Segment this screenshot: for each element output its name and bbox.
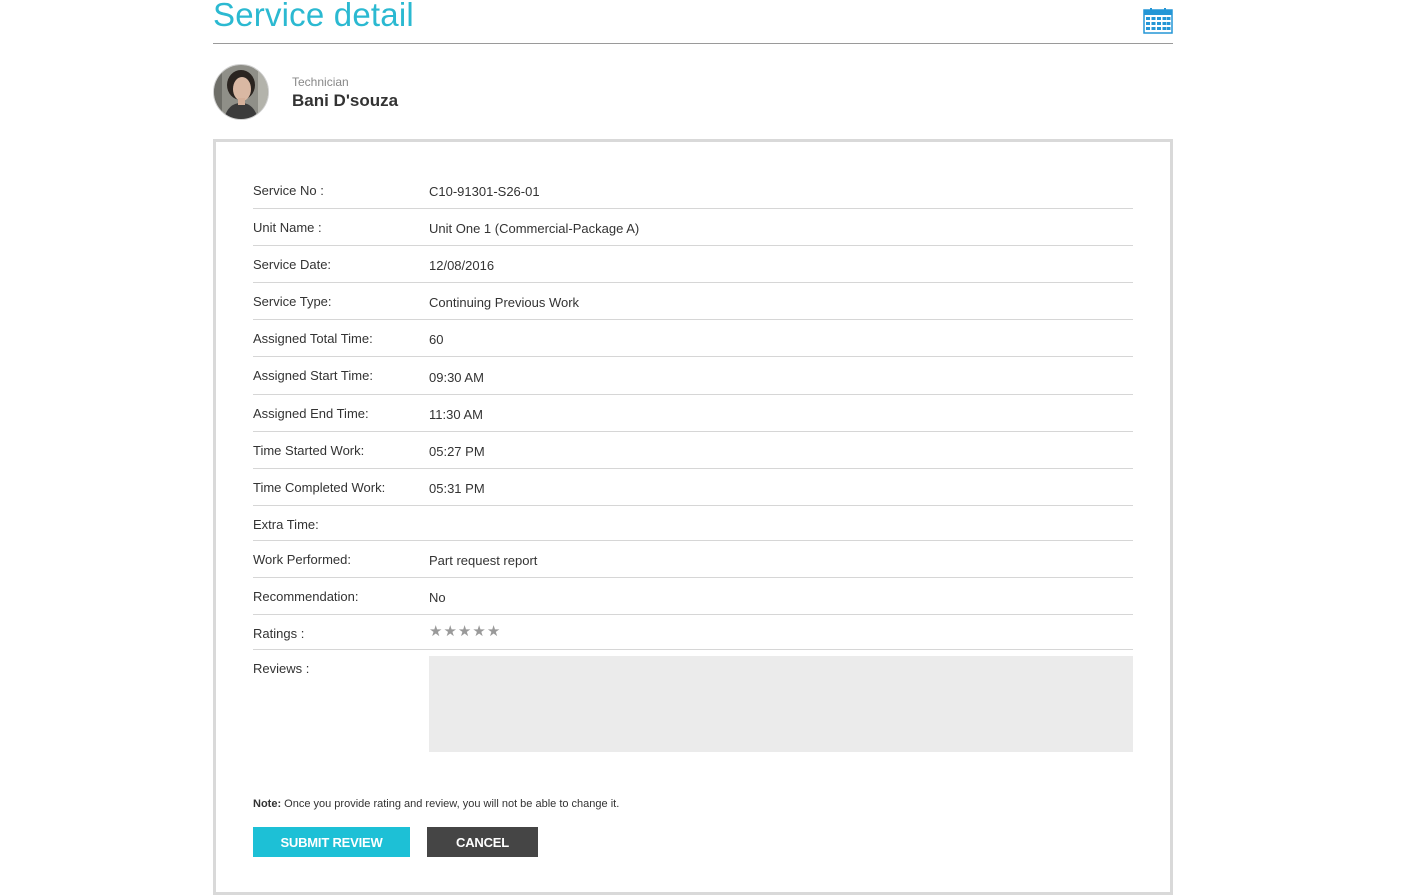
calendar-icon[interactable] (1143, 8, 1173, 34)
detail-label: Time Started Work: (253, 443, 365, 458)
detail-row-time-completed-work: Time Completed Work: 05:31 PM (253, 469, 1133, 506)
service-detail-card: Service No : C10-91301-S26-01 Unit Name … (213, 139, 1173, 895)
star-icon[interactable]: ★ (472, 624, 485, 639)
detail-label: Time Completed Work: (253, 480, 386, 495)
detail-row-assigned-total-time: Assigned Total Time: 60 (253, 320, 1133, 357)
detail-row-time-started-work: Time Started Work: 05:27 PM (253, 432, 1133, 469)
star-rating[interactable]: ★ ★ ★ ★ ★ (429, 624, 500, 639)
detail-label: Assigned Start Time: (253, 368, 373, 383)
detail-value: Unit One 1 (Commercial-Package A) (429, 221, 640, 236)
detail-row-service-type: Service Type: Continuing Previous Work (253, 283, 1133, 320)
detail-value: 12/08/2016 (429, 258, 495, 273)
detail-label: Assigned End Time: (253, 406, 369, 421)
avatar (213, 64, 269, 120)
detail-row-unit-name: Unit Name : Unit One 1 (Commercial-Packa… (253, 209, 1133, 246)
technician-role: Technician (292, 75, 349, 89)
detail-value: 09:30 AM (429, 370, 484, 385)
detail-row-assigned-end-time: Assigned End Time: 11:30 AM (253, 395, 1133, 432)
star-icon[interactable]: ★ (429, 624, 442, 639)
detail-value: 05:27 PM (429, 444, 485, 459)
detail-row-work-performed: Work Performed: Part request report (253, 541, 1133, 578)
detail-value: Part request report (429, 553, 538, 568)
detail-row-service-date: Service Date: 12/08/2016 (253, 246, 1133, 283)
detail-label: Service Date: (253, 257, 332, 272)
detail-row-service-no: Service No : C10-91301-S26-01 (253, 172, 1133, 209)
detail-value: C10-91301-S26-01 (429, 184, 540, 199)
detail-value: 05:31 PM (429, 481, 485, 496)
detail-value: No (429, 590, 446, 605)
detail-label: Assigned Total Time: (253, 331, 373, 346)
detail-row-assigned-start-time: Assigned Start Time: 09:30 AM (253, 357, 1133, 395)
note-text: Note: Once you provide rating and review… (253, 798, 619, 810)
review-textarea[interactable] (429, 656, 1133, 752)
reviews-label: Reviews : (253, 661, 310, 676)
detail-row-ratings: Ratings : ★ ★ ★ ★ ★ (253, 615, 1133, 650)
detail-row-recommendation: Recommendation: No (253, 578, 1133, 615)
detail-label: Work Performed: (253, 552, 352, 567)
star-icon[interactable]: ★ (458, 624, 471, 639)
detail-list: Service No : C10-91301-S26-01 Unit Name … (253, 172, 1133, 760)
detail-row-extra-time: Extra Time: (253, 506, 1133, 541)
page-header: Service detail (213, 0, 1173, 44)
detail-row-reviews: Reviews : (253, 650, 1133, 760)
detail-label: Recommendation: (253, 589, 359, 604)
technician-section: Technician Bani D'souza (213, 44, 1173, 140)
submit-review-button[interactable]: SUBMIT REVIEW (253, 827, 410, 857)
detail-value: 11:30 AM (429, 407, 483, 422)
star-icon[interactable]: ★ (443, 624, 456, 639)
service-detail-page: Service detail Technician Bani D'souza S… (213, 0, 1173, 895)
detail-label: Unit Name : (253, 220, 322, 235)
detail-label: Service Type: (253, 294, 332, 309)
cancel-button[interactable]: CANCEL (427, 827, 538, 857)
note-prefix: Note: (253, 798, 282, 810)
page-title: Service detail (213, 0, 414, 33)
star-icon[interactable]: ★ (487, 624, 500, 639)
detail-label: Extra Time: (253, 517, 319, 532)
detail-value: Continuing Previous Work (429, 295, 580, 310)
note-body: Once you provide rating and review, you … (281, 798, 620, 810)
detail-label: Service No : (253, 183, 324, 198)
technician-name: Bani D'souza (292, 91, 399, 110)
detail-value: 60 (429, 332, 444, 347)
ratings-label: Ratings : (253, 626, 305, 641)
